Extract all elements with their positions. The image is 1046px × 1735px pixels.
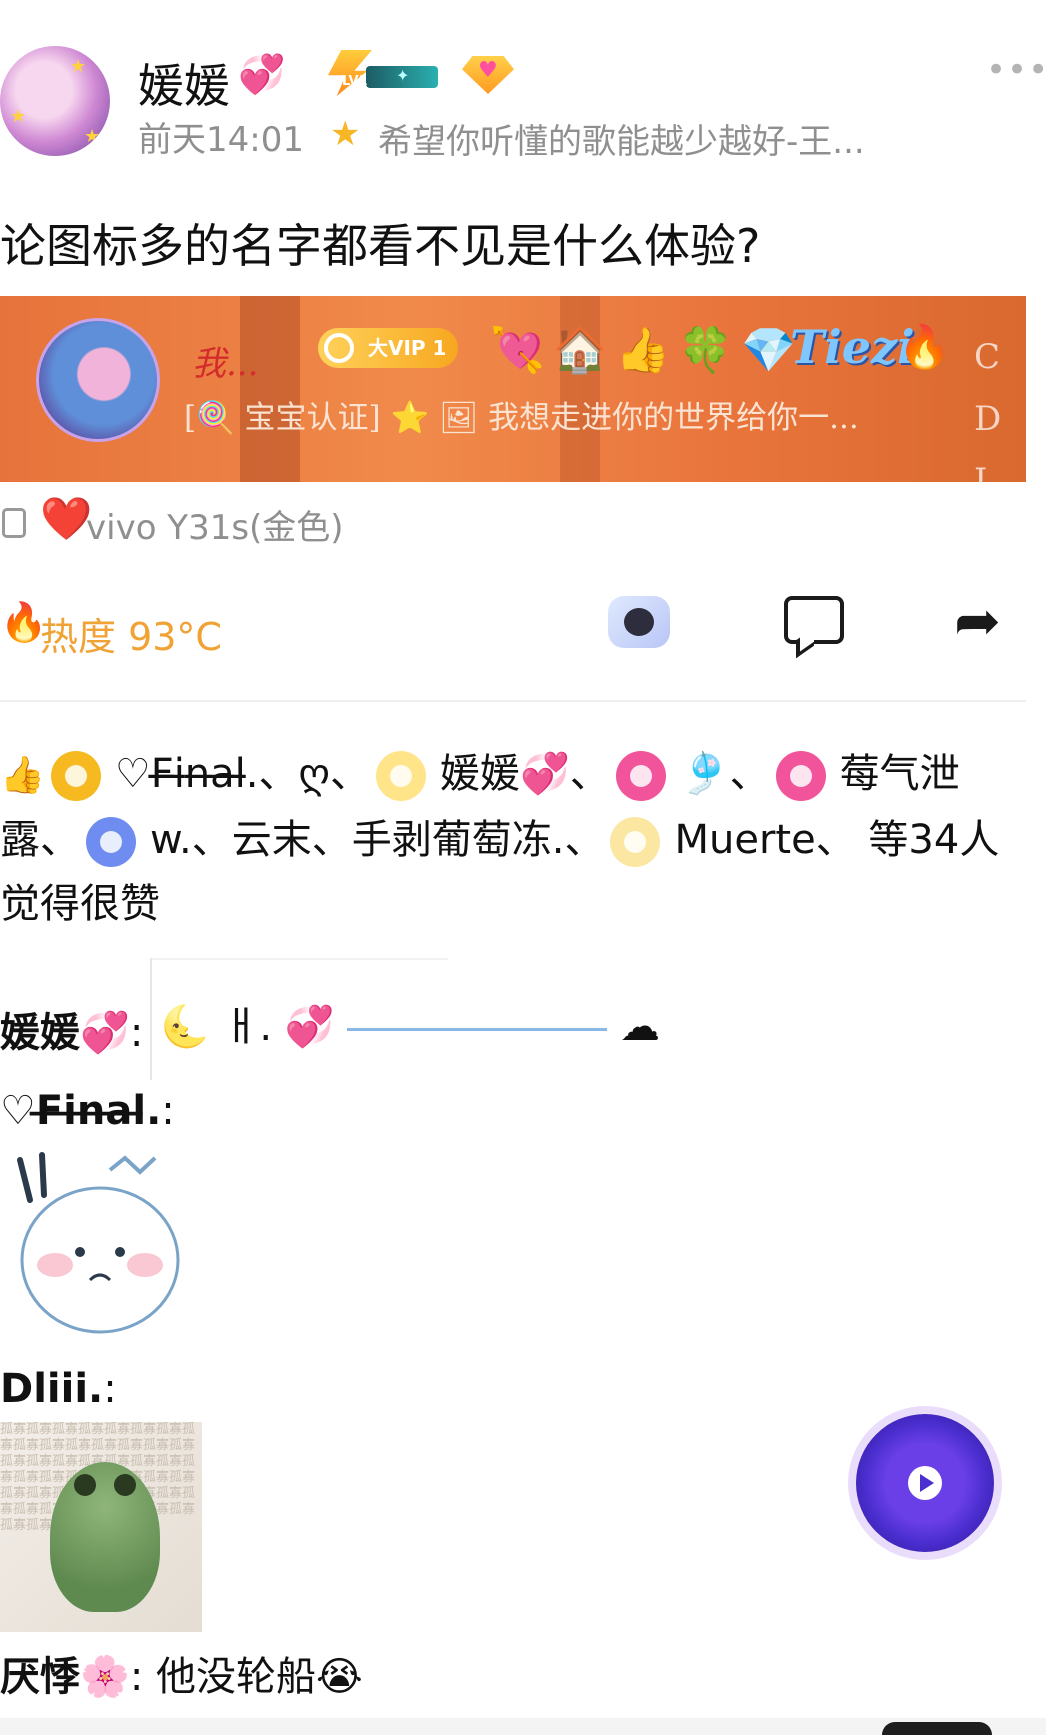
comment-row[interactable]: 媛媛💞:	[0, 1000, 143, 1058]
like-avatar[interactable]	[775, 751, 826, 801]
tiezi-logo: Tiezi	[790, 320, 915, 374]
liker-name[interactable]: Muerte	[674, 817, 815, 863]
heart-key-icon: 💘	[490, 325, 553, 376]
banner-avatar	[36, 318, 160, 442]
author-avatar[interactable]: ★ ★ ★	[0, 46, 110, 156]
device-label: vivo Y31s(金色)	[86, 508, 344, 548]
level-progress: ✦	[366, 66, 438, 88]
frog-icon	[50, 1462, 160, 1612]
divider	[0, 700, 1026, 702]
like-avatar[interactable]	[615, 751, 666, 801]
comment-row[interactable]: Dliii.:	[0, 1366, 117, 1412]
diamond-heart-icon[interactable]	[462, 56, 514, 94]
star-icon: ★	[10, 106, 27, 127]
liker-name[interactable]: 云末	[232, 817, 312, 863]
like-avatar[interactable]	[375, 751, 426, 801]
phone-icon	[2, 508, 26, 538]
star-icon: ★	[330, 114, 361, 154]
thumbs-up-icon: 👍	[0, 755, 45, 796]
clover-icon: 🍀	[678, 325, 742, 376]
liker-name[interactable]: 媛媛💞	[440, 751, 570, 797]
robot-icon[interactable]	[608, 596, 670, 648]
share-arrow-icon[interactable]: ➦	[954, 594, 1001, 650]
likes-list: 👍 ♡F̶i̶n̶a̶l̶.、ღ、 媛媛💞、 🎐、 莓气泄露、 w.、云末、手剥葡萄冻.、…	[0, 751, 1000, 927]
star-icon: ★	[70, 56, 87, 77]
banner-side-letters: C D I	[974, 337, 1002, 482]
bottom-dark-shape	[882, 1722, 992, 1735]
divider	[152, 958, 448, 960]
liker-name[interactable]: w.	[150, 817, 192, 863]
comment-icon[interactable]	[784, 596, 844, 644]
like-avatar[interactable]	[50, 751, 101, 801]
cloud-icon: ☁	[620, 1004, 660, 1050]
heat-text: 热度 93°C	[40, 615, 222, 659]
comment-author[interactable]: Dliii.	[0, 1366, 103, 1412]
post-time: 前天14:01	[138, 120, 304, 160]
liker-name[interactable]: ღ	[299, 751, 330, 797]
comment-author[interactable]: 厌悸🌸	[0, 1654, 130, 1700]
comment-text: 他没轮船😭	[156, 1654, 363, 1700]
liker-name[interactable]: ♡F̶i̶n̶a̶l̶.	[115, 751, 259, 797]
heart-icon: ❤️	[40, 494, 93, 543]
banner-signature: [🍭 宝宝认证] ⭐ 🖼 我想走进你的世界给你一...	[184, 400, 859, 436]
comment-author[interactable]: ♡F̶i̶n̶a̶l̶.	[0, 1088, 161, 1134]
user-status[interactable]: 希望你听懂的歌能越少越好-王...	[378, 114, 865, 163]
banner-name: 我...	[192, 344, 259, 384]
divider	[150, 958, 152, 1080]
hearts-icon: 💞	[238, 52, 286, 96]
liker-name[interactable]: 🎐	[680, 751, 730, 797]
vip-badge: 大VIP 1	[318, 328, 458, 368]
like-avatar[interactable]	[610, 817, 661, 867]
banner-badge-icons: 💘🏠👍🍀💎	[490, 324, 804, 376]
thumbs-up-icon: 👍	[615, 325, 679, 376]
house-icon: 🏠	[552, 325, 616, 376]
music-play-button[interactable]	[856, 1414, 994, 1552]
more-options-icon[interactable]: •••	[986, 53, 1046, 87]
sticker-image[interactable]	[0, 1140, 200, 1350]
post-image-banner[interactable]: 我... 大VIP 1 💘🏠👍🍀💎 Tiezi 🔥 C D I [🍭 宝宝认证]…	[0, 296, 1026, 482]
comment-row[interactable]: ♡F̶i̶n̶a̶l̶.:	[0, 1088, 175, 1134]
fire-icon: 🔥	[898, 322, 951, 371]
like-avatar[interactable]	[86, 817, 136, 867]
comment-text: 🌜 ㅐ. 💞 ☁	[160, 1004, 660, 1050]
level-label: LV1	[342, 74, 368, 89]
author-name[interactable]: 媛媛	[138, 50, 230, 116]
level-badge[interactable]: ✦ LV1	[328, 50, 438, 96]
liker-name[interactable]: 手剥葡萄冻.	[352, 817, 565, 863]
post-title: 论图标多的名字都看不见是什么体验?	[0, 219, 761, 273]
star-icon: ★	[84, 126, 101, 147]
comment-author[interactable]: 媛媛💞	[0, 1010, 130, 1056]
comment-row[interactable]: 厌悸🌸: 他没轮船😭	[0, 1644, 363, 1702]
frog-sticker-image[interactable]: 孤寡孤寡孤寡孤寡孤寡孤寡孤寡孤寡孤寡孤寡孤寡孤寡孤寡孤寡孤寡孤寡孤寡孤寡孤寡孤寡…	[0, 1422, 202, 1632]
